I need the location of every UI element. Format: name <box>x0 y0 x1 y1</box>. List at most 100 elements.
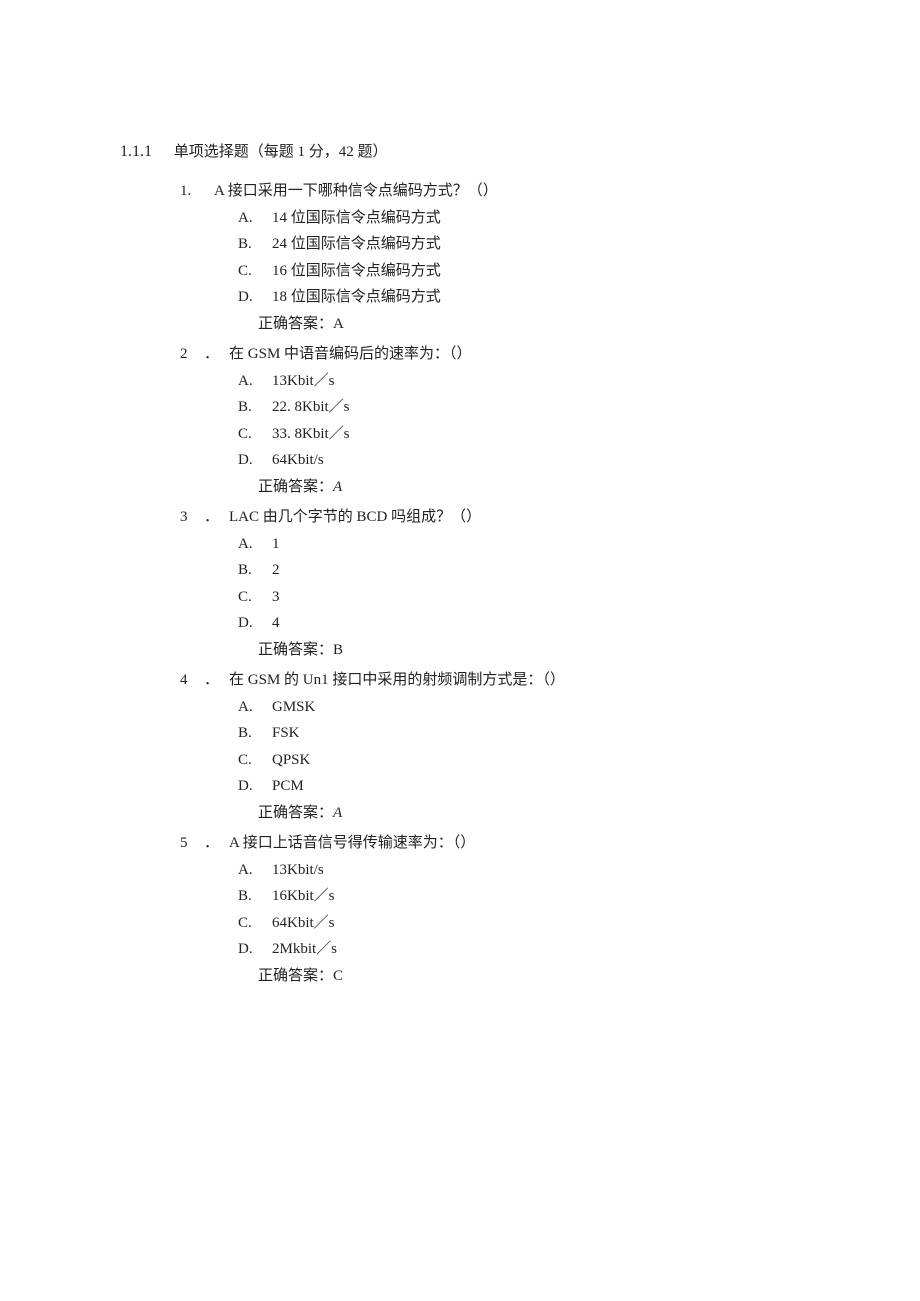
question-text: A 接口上话音信号得传输速率为：（） <box>229 832 475 855</box>
answer-value: C <box>333 968 343 984</box>
option-line: D. 64Kbit/s <box>238 449 800 472</box>
option-text: 1 <box>272 533 280 556</box>
option-line: C. 64Kbit／s <box>238 912 800 935</box>
document-page: 1.1.1 单项选择题（每题 1 分，42 题） 1. A 接口采用一下哪种信令… <box>0 0 920 1075</box>
option-line: C. 33. 8Kbit／s <box>238 423 800 446</box>
option-text: 16 位国际信令点编码方式 <box>272 260 441 283</box>
option-text: 24 位国际信令点编码方式 <box>272 233 441 256</box>
option-text: 13Kbit/s <box>272 859 324 882</box>
option-text: QPSK <box>272 749 310 772</box>
option-text: 64Kbit/s <box>272 449 324 472</box>
option-text: PCM <box>272 775 304 798</box>
answer-label: 正确答案： <box>258 642 333 658</box>
option-line: D. 4 <box>238 612 800 635</box>
option-letter: A. <box>238 859 258 882</box>
option-letter: C. <box>238 586 258 609</box>
option-line: A. 13Kbit／s <box>238 370 800 393</box>
option-line: C.QPSK <box>238 749 800 772</box>
section-header: 1.1.1 单项选择题（每题 1 分，42 题） <box>120 140 800 164</box>
question-number: 3 <box>180 506 204 529</box>
answer-value: A <box>333 479 342 495</box>
option-text: 33. 8Kbit／s <box>272 423 350 446</box>
question-text: 在 GSM 的 Un1 接口中采用的射频调制方式是：（） <box>229 669 565 692</box>
answer-line: 正确答案：B <box>258 639 800 662</box>
question-block: 3 ． LAC 由几个字节的 BCD 吗组成？（） A. 1 B. 2 C. 3 D.… <box>180 506 800 661</box>
option-letter: B. <box>238 559 258 582</box>
answer-value: A <box>333 316 344 332</box>
option-text: 18 位国际信令点编码方式 <box>272 286 441 309</box>
option-line: A. 13Kbit/s <box>238 859 800 882</box>
option-letter: D. <box>238 938 258 961</box>
option-letter: B. <box>238 233 258 256</box>
option-line: D. PCM <box>238 775 800 798</box>
option-text: GMSK <box>272 696 315 719</box>
answer-label: 正确答案： <box>258 968 333 984</box>
option-line: D. 2Mkbit／s <box>238 938 800 961</box>
option-line: A.GMSK <box>238 696 800 719</box>
section-title: 单项选择题（每题 1 分，42 题） <box>174 144 388 160</box>
question-dot: ． <box>204 506 219 529</box>
question-number: 2 <box>180 343 204 366</box>
option-line: C. 3 <box>238 586 800 609</box>
question-text: LAC 由几个字节的 BCD 吗组成？（） <box>229 506 481 529</box>
option-line: B. 2 <box>238 559 800 582</box>
question-line: 1. A 接口采用一下哪种信令点编码方式？（） <box>180 180 800 203</box>
answer-line: 正确答案：A <box>258 313 800 336</box>
question-dot: ． <box>204 343 219 366</box>
option-letter: C. <box>238 423 258 446</box>
option-letter: D. <box>238 449 258 472</box>
option-letter: C. <box>238 260 258 283</box>
option-letter: B. <box>238 885 258 908</box>
option-line: B. 22. 8Kbit／s <box>238 396 800 419</box>
option-text: 13Kbit／s <box>272 370 335 393</box>
question-block: 1. A 接口采用一下哪种信令点编码方式？（） A.14 位国际信令点编码方式 … <box>180 180 800 335</box>
option-line: B. 24 位国际信令点编码方式 <box>238 233 800 256</box>
question-text: A 接口采用一下哪种信令点编码方式？（） <box>214 180 498 203</box>
option-line: B. 16Kbit／s <box>238 885 800 908</box>
option-text: 2 <box>272 559 280 582</box>
question-dot: ． <box>204 832 219 855</box>
answer-line: 正确答案：A <box>258 476 800 499</box>
option-text: 16Kbit／s <box>272 885 335 908</box>
option-line: D. 18 位国际信令点编码方式 <box>238 286 800 309</box>
option-text: 2Mkbit／s <box>272 938 337 961</box>
option-line: B.FSK <box>238 722 800 745</box>
question-line: 4 ． 在 GSM 的 Un1 接口中采用的射频调制方式是：（） <box>180 669 800 692</box>
option-line: A. 14 位国际信令点编码方式 <box>238 207 800 230</box>
question-line: 2 ． 在 GSM 中语音编码后的速率为：（） <box>180 343 800 366</box>
question-text: 在 GSM 中语音编码后的速率为：（） <box>229 343 472 366</box>
answer-label: 正确答案： <box>258 479 333 495</box>
option-text: 3 <box>272 586 280 609</box>
option-letter: D. <box>238 612 258 635</box>
option-letter: D. <box>238 286 258 309</box>
option-line: A. 1 <box>238 533 800 556</box>
question-line: 3 ． LAC 由几个字节的 BCD 吗组成？（） <box>180 506 800 529</box>
answer-line: 正确答案：C <box>258 965 800 988</box>
option-letter: B. <box>238 396 258 419</box>
answer-line: 正确答案：A <box>258 802 800 825</box>
option-text: 22. 8Kbit／s <box>272 396 350 419</box>
option-letter: B. <box>238 722 258 745</box>
option-line: C. 16 位国际信令点编码方式 <box>238 260 800 283</box>
question-block: 2 ． 在 GSM 中语音编码后的速率为：（） A. 13Kbit／s B. 22.… <box>180 343 800 498</box>
question-block: 4 ． 在 GSM 的 Un1 接口中采用的射频调制方式是：（） A.GMSK … <box>180 669 800 824</box>
option-text: 64Kbit／s <box>272 912 335 935</box>
question-number: 5 <box>180 832 204 855</box>
option-letter: A. <box>238 370 258 393</box>
option-letter: C. <box>238 912 258 935</box>
section-number: 1.1.1 <box>120 143 152 160</box>
answer-label: 正确答案： <box>258 316 333 332</box>
answer-value: B <box>333 642 343 658</box>
answer-label: 正确答案： <box>258 805 333 821</box>
option-letter: D. <box>238 775 258 798</box>
answer-value: A <box>333 805 342 821</box>
question-block: 5 ． A 接口上话音信号得传输速率为：（） A. 13Kbit/s B. 16Kb… <box>180 832 800 987</box>
question-number: 1. <box>180 180 204 203</box>
question-dot: ． <box>204 669 219 692</box>
question-line: 5 ． A 接口上话音信号得传输速率为：（） <box>180 832 800 855</box>
option-letter: A. <box>238 533 258 556</box>
option-text: 14 位国际信令点编码方式 <box>272 207 441 230</box>
question-number: 4 <box>180 669 204 692</box>
option-letter: A. <box>238 207 258 230</box>
option-text: 4 <box>272 612 280 635</box>
